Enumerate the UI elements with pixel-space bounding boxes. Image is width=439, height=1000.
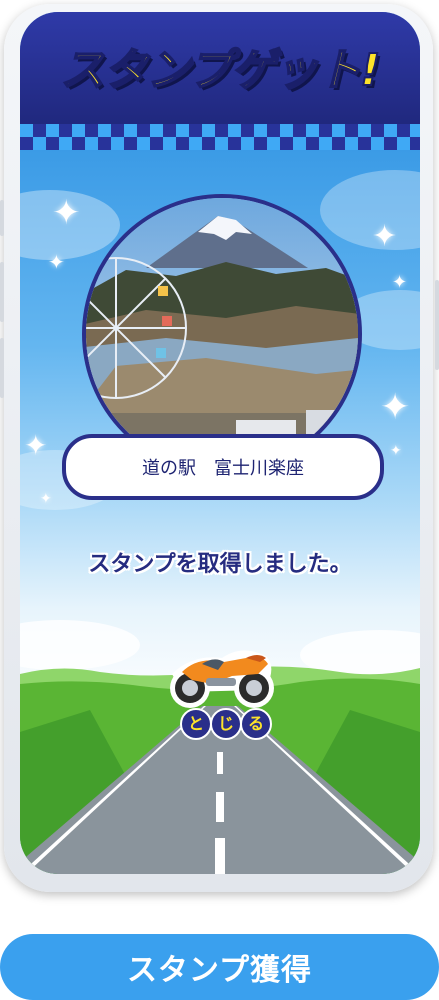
app-screen: スタンプゲット! ✦ ✦ ✦ ✦ ✦ ✦ ✦ ✦ 道の駅 富士川楽座 スタンプを… [20, 12, 420, 874]
sparkle-icon: ✦ [372, 219, 398, 254]
stamp-acquired-message: スタンプを取得しました。 [88, 552, 352, 577]
phone-side-button [0, 200, 4, 236]
close-button[interactable]: と じ る [180, 708, 272, 740]
close-char: じ [210, 708, 242, 740]
phone-side-button [0, 338, 4, 398]
sparkle-icon: ✦ [24, 429, 48, 462]
fuji-landscape-image [86, 198, 358, 470]
page-title: スタンプゲット! [60, 44, 382, 97]
phone-side-button [435, 280, 439, 370]
close-char: と [180, 708, 212, 740]
motorcycle-icon [170, 650, 274, 708]
cloud [320, 170, 420, 250]
sparkle-icon: ✦ [392, 272, 408, 293]
location-name: 道の駅 富士川楽座 [142, 458, 304, 479]
sparkle-icon: ✦ [52, 193, 81, 233]
checkered-border [20, 124, 420, 150]
sparkle-icon: ✦ [40, 491, 52, 507]
sparkle-icon: ✦ [380, 387, 411, 428]
stamp-acquire-label: スタンプ獲得 [126, 953, 313, 988]
sparkle-icon: ✦ [48, 250, 65, 274]
stamp-photo [82, 194, 362, 474]
stamp-acquire-button[interactable]: スタンプ獲得 [0, 934, 439, 1000]
phone-side-button [0, 262, 4, 322]
sparkle-icon: ✦ [390, 443, 402, 459]
header-banner: スタンプゲット! [20, 12, 420, 124]
close-char: る [240, 708, 272, 740]
location-label: 道の駅 富士川楽座 [62, 434, 384, 500]
